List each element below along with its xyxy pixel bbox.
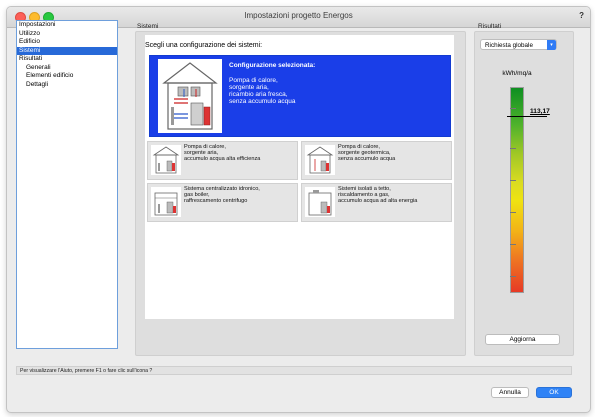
system-option-card[interactable]: Sistema centralizzato idronico, gas boil…: [147, 183, 298, 222]
nav-item-impostazioni[interactable]: Impostazioni: [17, 21, 117, 30]
results-panel: [474, 31, 574, 356]
system-option-card[interactable]: Sistemi isolati a tetto, riscaldamento a…: [301, 183, 452, 222]
results-section-label: Risultati: [478, 23, 502, 30]
settings-nav-list: Impostazioni Utilizzo Edificio Sistemi R…: [16, 20, 118, 349]
scale-tick: [510, 180, 516, 181]
systems-prompt: Scegli una configurazione dei sistemi:: [145, 42, 263, 49]
house-geothermal-icon: [305, 145, 335, 175]
system-option-label: Pompa di calore, sorgente geotermica, se…: [338, 144, 396, 162]
ok-button[interactable]: OK: [536, 387, 572, 398]
nav-item-sistemi[interactable]: Sistemi: [17, 46, 117, 55]
chevron-updown-icon: ▾: [547, 40, 556, 50]
system-option-label: Sistemi isolati a tetto, riscaldamento a…: [338, 186, 418, 204]
energy-scale-bar: [510, 87, 524, 293]
scale-tick: [510, 148, 516, 149]
system-option-label: Pompa di calore, sorgente aria, accumulo…: [184, 144, 261, 162]
selected-configuration-description: Pompa di calore, sorgente aria, ricambio…: [229, 77, 296, 105]
nav-item-utilizzo[interactable]: Utilizzo: [17, 30, 117, 39]
help-icon[interactable]: ?: [579, 11, 584, 20]
status-bar: Per visualizzare l'Aiuto, premere F1 o f…: [16, 366, 572, 375]
result-value: 113,17: [530, 108, 550, 115]
scale-tick: [510, 108, 516, 109]
update-button[interactable]: Aggiorna: [485, 334, 560, 345]
results-metric-value: Richiesta globale: [485, 42, 533, 49]
scale-tick: [510, 244, 516, 245]
window-title: Impostazioni progetto Energos: [244, 11, 353, 20]
systems-section-label: Sistemi: [137, 23, 159, 30]
nav-item-risultati[interactable]: Risultati: [17, 55, 117, 64]
system-option-card[interactable]: Pompa di calore, sorgente geotermica, se…: [301, 141, 452, 180]
results-unit-label: kWh/mq/a: [502, 70, 532, 77]
selected-configuration-heading: Configurazione selezionata:: [229, 62, 316, 69]
nav-item-dettagli[interactable]: Dettagli: [17, 81, 117, 90]
selected-configuration-card[interactable]: Configurazione selezionata: Pompa di cal…: [149, 55, 451, 137]
system-option-card[interactable]: Pompa di calore, sorgente aria, accumulo…: [147, 141, 298, 180]
nav-item-elementi-edificio[interactable]: Elementi edificio: [17, 72, 117, 81]
scale-tick: [510, 276, 516, 277]
scale-tick: [510, 212, 516, 213]
nav-item-generali[interactable]: Generali: [17, 64, 117, 73]
house-heat-pump-icon: [151, 145, 181, 175]
result-marker-line: [507, 116, 547, 117]
house-heat-pump-diagram-icon: [158, 59, 222, 133]
results-metric-select[interactable]: Richiesta globale ▾: [480, 39, 557, 50]
building-rooftop-icon: [305, 187, 335, 217]
cancel-button[interactable]: Annulla: [491, 387, 529, 398]
nav-item-edificio[interactable]: Edificio: [17, 38, 117, 47]
building-boiler-icon: [151, 187, 181, 217]
system-option-label: Sistema centralizzato idronico, gas boil…: [184, 186, 260, 204]
